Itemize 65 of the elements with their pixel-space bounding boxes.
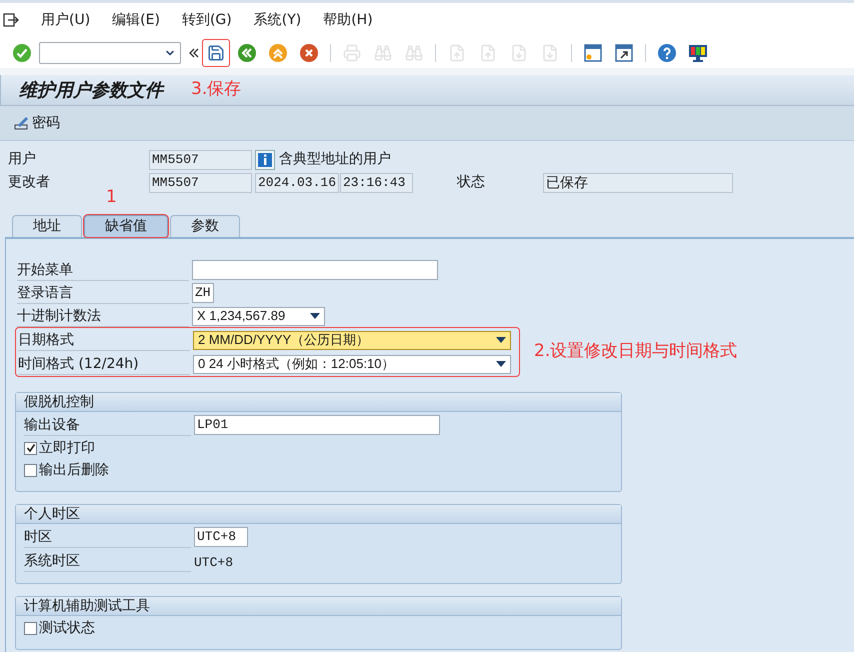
tab[interactable]: 地址 — [12, 215, 82, 237]
checkbox[interactable] — [24, 442, 37, 454]
group-title: 计算机辅助测试工具 — [24, 596, 150, 616]
save-icon[interactable] — [207, 44, 225, 62]
command-field[interactable] — [39, 42, 181, 64]
annotation-text: 1 — [106, 186, 117, 209]
field-label: 日期格式 — [18, 330, 190, 350]
input-field[interactable] — [192, 260, 438, 280]
checkmark-icon — [26, 443, 36, 453]
field-label: 十进制计数法 — [17, 306, 189, 326]
shortcut-icon[interactable] — [614, 42, 634, 62]
readonly-field: 23:16:43 — [340, 172, 413, 192]
tab[interactable]: 缺省值 — [84, 215, 168, 237]
checkbox-label: 立即打印 — [39, 438, 95, 458]
caret-icon — [496, 337, 506, 343]
field-label: 开始菜单 — [17, 260, 189, 280]
collapse-icon[interactable] — [189, 48, 199, 58]
caret-icon — [310, 313, 320, 319]
confirm-icon[interactable] — [12, 42, 32, 62]
checkbox-label: 输出后删除 — [39, 460, 109, 480]
exit-icon[interactable] — [268, 42, 288, 62]
field-label: 系统时区 — [24, 550, 191, 572]
back-icon[interactable] — [237, 42, 257, 62]
input-field[interactable]: LP01 — [194, 415, 440, 435]
field-label: 时区 — [24, 526, 191, 548]
screen-title: 维护用户参数文件 — [19, 78, 163, 102]
dropdown-field[interactable]: 0 24 小时格式（例如：12:05:10） — [193, 354, 511, 374]
menu-icon[interactable] — [3, 13, 19, 27]
readonly-field: 2024.03.16 — [255, 172, 339, 192]
monitor-icon[interactable] — [688, 42, 708, 62]
group-title: 个人时区 — [24, 504, 80, 524]
checkbox-label: 测试状态 — [39, 618, 95, 638]
field-label: 时间格式 (12/24h) — [18, 354, 190, 374]
field-value: UTC+8 — [194, 555, 234, 570]
cancel-icon[interactable] — [299, 42, 319, 62]
menu-item[interactable]: 系统(Y) — [254, 10, 302, 30]
menu-item[interactable]: 用户(U) — [41, 10, 90, 30]
tab[interactable]: 参数 — [170, 215, 240, 237]
input-field[interactable]: UTC+8 — [194, 527, 248, 547]
field-label: 输出设备 — [24, 414, 191, 436]
window-icon[interactable] — [583, 42, 603, 62]
group-title: 假脱机控制 — [24, 392, 94, 412]
dropdown-field[interactable]: X 1,234,567.89 — [192, 306, 325, 326]
checkbox[interactable] — [24, 464, 37, 476]
dropdown-field[interactable]: 2 MM/DD/YYYY（公历日期） — [193, 330, 511, 350]
readonly-field: MM5507 — [149, 150, 252, 170]
menu-item[interactable]: 编辑(E) — [112, 10, 160, 30]
field-label: 状态 — [457, 173, 486, 192]
caret-icon — [496, 361, 506, 367]
menu-item[interactable]: 帮助(H) — [323, 10, 373, 30]
password-button[interactable]: 密码 — [14, 112, 60, 134]
checkbox[interactable] — [24, 622, 37, 634]
user-type-text: 含典型地址的用户 — [279, 150, 391, 169]
input-field[interactable]: ZH — [192, 283, 214, 303]
readonly-field: MM5507 — [149, 172, 252, 192]
pencil-icon — [14, 116, 30, 130]
help-icon[interactable] — [657, 42, 677, 62]
field-label: 更改者 — [8, 173, 51, 192]
annotation-text: 2.设置修改日期与时间格式 — [534, 340, 738, 364]
annotation-text: 3.保存 — [191, 78, 242, 102]
field-label: 用户 — [8, 150, 37, 169]
field-label: 登录语言 — [17, 282, 189, 304]
info-icon[interactable] — [255, 150, 275, 170]
readonly-field: 已保存 — [543, 172, 733, 192]
menu-item[interactable]: 转到(G) — [182, 10, 232, 30]
